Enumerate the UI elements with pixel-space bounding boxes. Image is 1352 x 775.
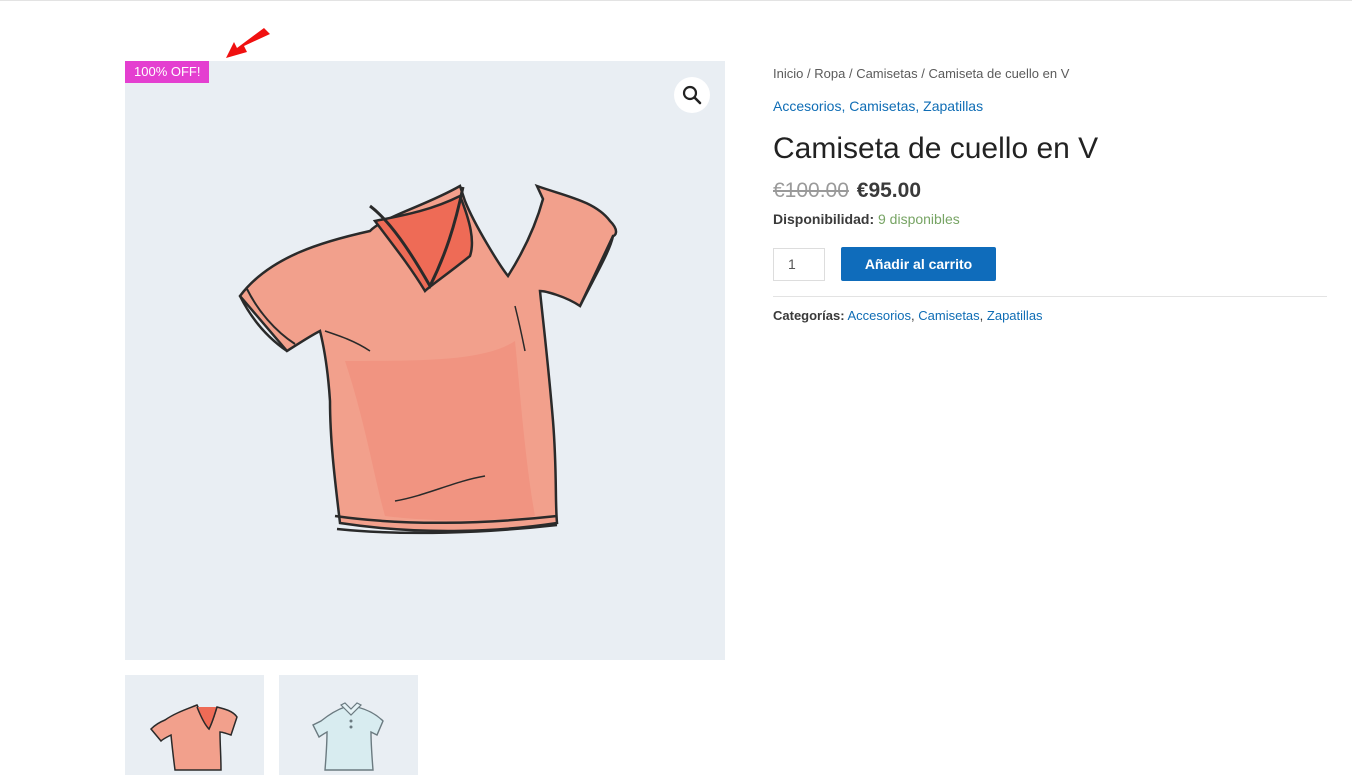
sale-price: €95.00	[856, 179, 921, 202]
meta-category-accesorios[interactable]: Accesorios	[847, 308, 911, 323]
breadcrumb-link-camisetas[interactable]: Camisetas	[856, 66, 917, 81]
meta-category-zapatillas[interactable]: Zapatillas	[987, 308, 1043, 323]
gallery-thumbnail-vneck[interactable]	[125, 675, 264, 775]
gallery-thumbnail-polo[interactable]	[279, 675, 418, 775]
category-link-zapatillas[interactable]: Zapatillas	[923, 98, 983, 114]
product-meta: Categorías: Accesorios, Camisetas, Zapat…	[773, 307, 1327, 325]
price: €100.00 €95.00	[773, 176, 1327, 206]
stock-value: 9 disponibles	[878, 211, 960, 227]
stock-availability: Disponibilidad: 9 disponibles	[773, 208, 1327, 230]
categories-label: Categorías:	[773, 308, 845, 323]
magnifier-icon	[682, 85, 702, 105]
product-summary: Inicio / Ropa / Camisetas / Camiseta de …	[773, 62, 1327, 325]
category-link-camisetas[interactable]: Camisetas	[849, 98, 915, 114]
breadcrumb-current: Camiseta de cuello en V	[928, 66, 1070, 81]
product-title: Camiseta de cuello en V	[773, 132, 1099, 165]
category-link-accesorios[interactable]: Accesorios	[773, 98, 841, 114]
meta-category-camisetas[interactable]: Camisetas	[918, 308, 979, 323]
sale-badge: 100% OFF!	[125, 61, 210, 83]
add-to-cart-form: Añadir al carrito	[773, 246, 1327, 282]
regular-price: €100.00	[773, 179, 849, 202]
summary-divider	[773, 296, 1327, 297]
product-gallery-main-image[interactable]	[125, 61, 725, 660]
polo-shirt-thumbnail-image	[312, 702, 384, 771]
breadcrumb-link-inicio[interactable]: Inicio	[773, 66, 803, 81]
product-category-links: Accesorios, Camisetas, Zapatillas	[773, 94, 1327, 118]
add-to-cart-button[interactable]: Añadir al carrito	[841, 247, 996, 281]
breadcrumb-separator: /	[848, 66, 853, 81]
comma-separator: ,	[915, 98, 924, 114]
vneck-shirt-thumbnail-image	[149, 704, 238, 771]
zoom-button[interactable]	[674, 77, 710, 113]
breadcrumb-separator: /	[806, 66, 811, 81]
breadcrumb-separator: /	[921, 66, 925, 81]
annotation-arrow-icon	[226, 28, 270, 58]
comma-separator: ,	[979, 308, 987, 323]
top-divider	[0, 0, 1352, 1]
stock-label: Disponibilidad:	[773, 211, 875, 227]
breadcrumb: Inicio / Ropa / Camisetas / Camiseta de …	[773, 62, 1327, 86]
quantity-input[interactable]	[773, 247, 825, 281]
vneck-shirt-image	[238, 183, 618, 535]
breadcrumb-link-ropa[interactable]: Ropa	[814, 66, 845, 81]
